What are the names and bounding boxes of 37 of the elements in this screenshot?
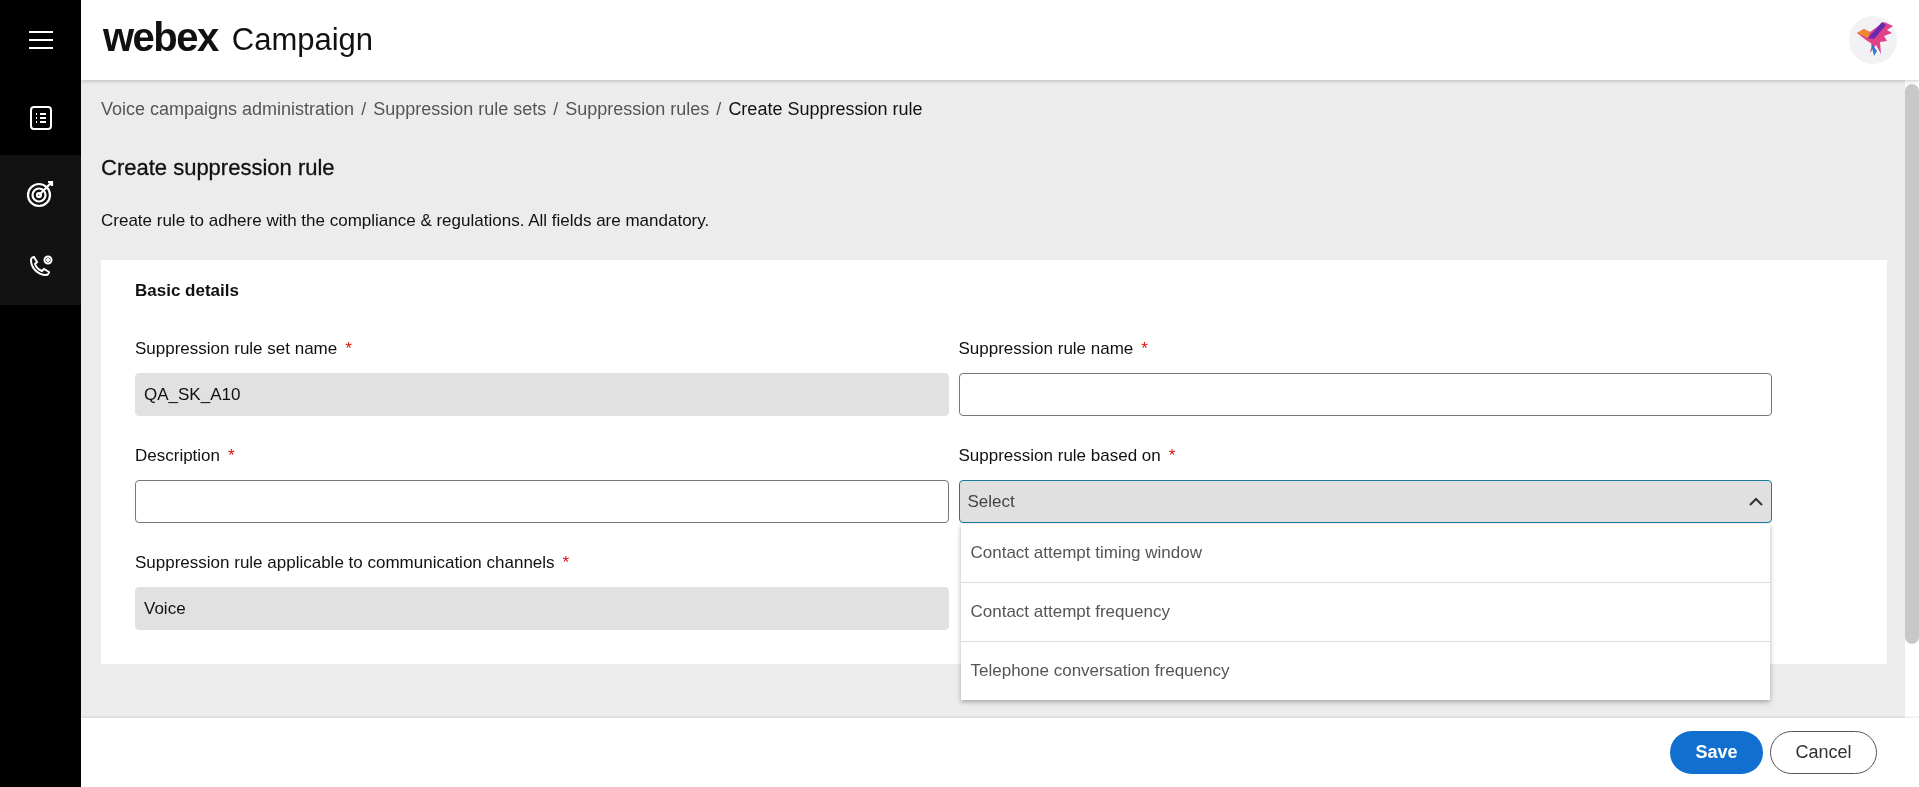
breadcrumb-separator: / [716, 98, 722, 120]
save-button[interactable]: Save [1670, 731, 1763, 774]
field-label: Description [135, 446, 221, 465]
nav-item[interactable] [0, 155, 81, 230]
required-mark: * [562, 553, 570, 572]
breadcrumb-current: Create Suppression rule [728, 98, 923, 120]
section-title: Basic details [135, 281, 240, 302]
field-label: Suppression rule set name [135, 339, 338, 358]
select-dropdown[interactable]: Select [958, 480, 1772, 523]
field-label: Suppression rule applicable to communication channels [135, 553, 555, 572]
breadcrumb-separator: / [361, 98, 367, 120]
webex-logo: webex [103, 14, 218, 60]
text-field[interactable] [135, 480, 949, 523]
cancel-button[interactable]: Cancel [1770, 731, 1877, 774]
required-mark: * [1168, 446, 1176, 465]
text-field[interactable] [958, 373, 1772, 416]
intro-text: Create rule to adhere with the compliance & regulations. All fields are mandatory. [101, 211, 711, 232]
breadcrumb-link[interactable]: Voice campaigns administration [101, 98, 355, 120]
field-label: Suppression rule name [958, 339, 1134, 358]
dropdown-option[interactable]: Contact attempt timing window [960, 524, 1770, 582]
dropdown-option[interactable]: Contact attempt frequency [960, 582, 1770, 641]
product-name: Campaign [231, 22, 374, 58]
field-label: Suppression rule based on [958, 446, 1161, 465]
bird-avatar-icon [1849, 16, 1897, 64]
dropdown-option[interactable]: Telephone conversation frequency [960, 641, 1770, 700]
list-icon [29, 105, 52, 130]
breadcrumb-link[interactable]: Suppression rule sets [373, 98, 547, 120]
page-title: Create suppression rule [101, 155, 336, 182]
breadcrumb-link[interactable]: Suppression rules [565, 98, 710, 120]
required-mark: * [1141, 339, 1148, 358]
breadcrumb-separator: / [553, 98, 559, 120]
caret-icon [1749, 497, 1763, 506]
scrollbar[interactable] [1905, 80, 1919, 718]
required-mark: * [228, 446, 235, 465]
nav-item[interactable] [0, 230, 81, 305]
menu-icon[interactable] [27, 30, 54, 50]
required-mark: * [345, 339, 352, 358]
